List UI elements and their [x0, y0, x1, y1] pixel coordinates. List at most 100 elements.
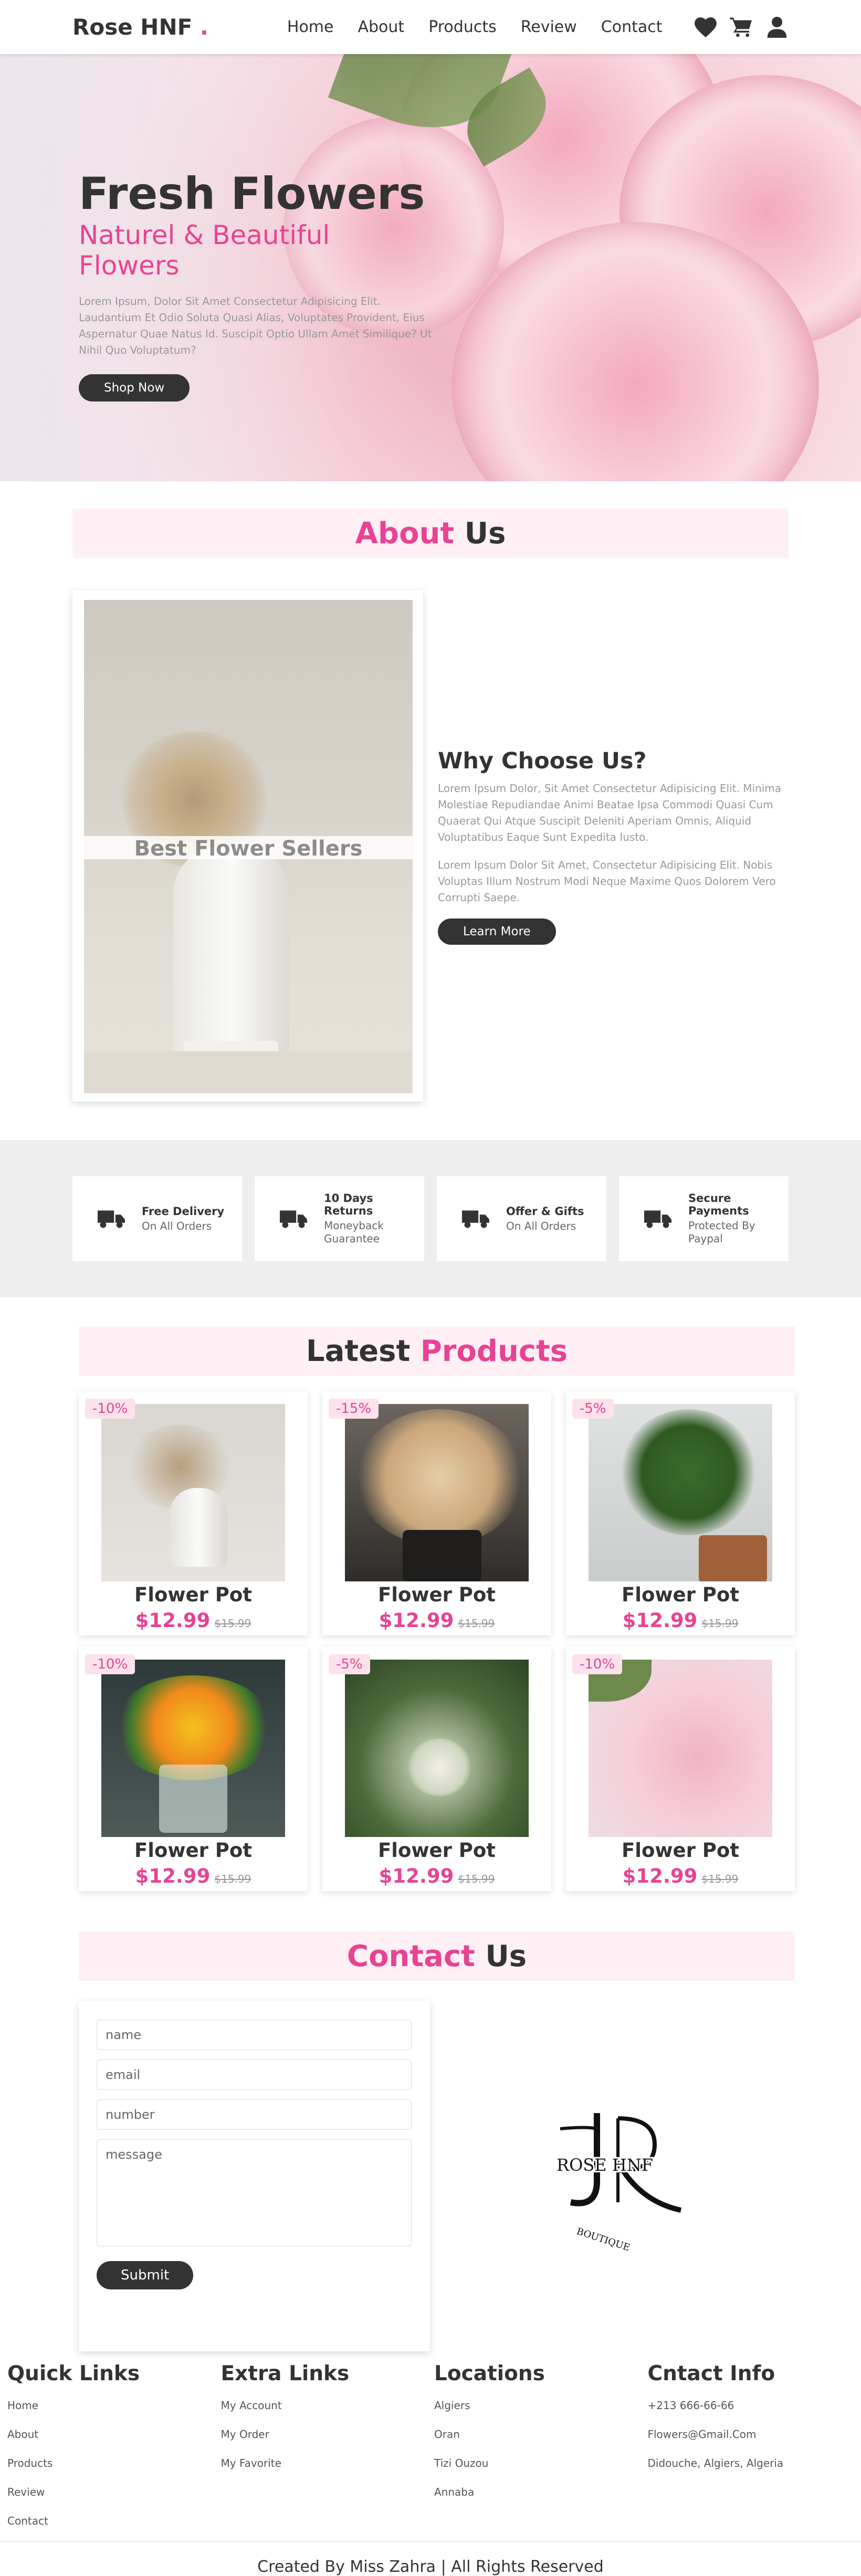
footer-link[interactable]: Home: [7, 2399, 221, 2412]
product-card[interactable]: -5% Flower Pot $12.99$15.99: [322, 1647, 551, 1891]
old-price: $15.99: [214, 1617, 251, 1630]
product-card[interactable]: -10% Flower Pot $12.99$15.99: [566, 1647, 795, 1891]
about-title: Why Choose Us?: [438, 748, 789, 774]
product-name: Flower Pot: [322, 1839, 551, 1862]
products-section: Latest Products -10% Flower Pot $12.99$1…: [79, 1326, 795, 1891]
about-heading-dark: Us: [454, 516, 506, 551]
vase-image: Best Flower Sellers: [84, 600, 413, 1093]
footer-link[interactable]: +213 666-66-66: [648, 2399, 861, 2412]
about-heading-pink: About: [355, 516, 455, 551]
product-price: $12.99$15.99: [79, 1609, 308, 1632]
heart-icon[interactable]: [694, 17, 717, 38]
feature-box: Free DeliveryOn All Orders: [72, 1176, 242, 1261]
footer-locations: Locations Algiers Oran Tizi Ouzou Annaba: [434, 2362, 648, 2543]
footer-link[interactable]: Flowers@Gmail.Com: [648, 2428, 861, 2441]
feature-title: Free Delivery: [142, 1205, 224, 1218]
feature-box: Offer & Gifts On All Orders: [437, 1176, 606, 1261]
footer-contact-info: Cntact Info +213 666-66-66 Flowers@Gmail…: [648, 2362, 861, 2543]
old-price: $15.99: [458, 1873, 495, 1885]
footer-link[interactable]: Tizi Ouzou: [434, 2457, 648, 2469]
product-card[interactable]: -5% Flower Pot $12.99$15.99: [566, 1391, 795, 1635]
discount-badge: -5%: [572, 1399, 614, 1419]
product-price: $12.99$15.99: [566, 1609, 795, 1632]
footer-column-title: Cntact Info: [648, 2362, 861, 2385]
products-heading: Latest Products: [79, 1326, 795, 1376]
old-price: $15.99: [701, 1617, 738, 1630]
footer-link[interactable]: Didouche, Algiers, Algeria: [648, 2457, 861, 2469]
footer-link[interactable]: My Order: [221, 2428, 435, 2441]
products-heading-pink: Products: [421, 1334, 568, 1368]
feature-title: 10 Days Returns: [324, 1192, 403, 1217]
discount-badge: -15%: [329, 1399, 379, 1419]
truck-icon: [280, 1209, 307, 1229]
about-paragraph-2: Lorem Ipsum Dolor Sit Amet, Consectetur …: [438, 857, 789, 906]
cart-icon[interactable]: [730, 17, 753, 38]
message-field[interactable]: message: [97, 2139, 412, 2246]
nav-contact[interactable]: Contact: [601, 18, 663, 36]
about-video[interactable]: Best Flower Sellers: [72, 590, 423, 1102]
logo-text: Rose HNF: [72, 14, 192, 40]
nav-about[interactable]: About: [358, 18, 404, 36]
feature-text: On All Orders: [506, 1220, 584, 1233]
main-nav: Home About Products Review Contact: [287, 18, 663, 36]
product-price: $12.99$15.99: [566, 1865, 795, 1887]
svg-text:BOUTIQUE: BOUTIQUE: [575, 2226, 631, 2254]
site-logo[interactable]: Rose HNF .: [72, 14, 208, 40]
footer-link[interactable]: My Account: [221, 2399, 435, 2412]
contact-heading-dark: Us: [475, 1939, 527, 1973]
name-field[interactable]: name: [97, 2020, 412, 2050]
footer-link[interactable]: Algiers: [434, 2399, 648, 2412]
footer-link[interactable]: Contact: [7, 2515, 221, 2527]
footer-column-title: Locations: [434, 2362, 648, 2385]
footer-link[interactable]: Oran: [434, 2428, 648, 2441]
old-price: $15.99: [458, 1617, 495, 1630]
submit-button[interactable]: Submit: [97, 2261, 193, 2289]
nav-review[interactable]: Review: [521, 18, 577, 36]
product-price: $12.99$15.99: [322, 1865, 551, 1887]
footer-link[interactable]: Products: [7, 2457, 221, 2469]
product-image: [101, 1404, 285, 1581]
feature-box: Secure PaymentsProtected By Paypal: [619, 1176, 789, 1261]
footer-link[interactable]: My Favorite: [221, 2457, 435, 2469]
feature-text: Protected By Paypal: [688, 1219, 767, 1245]
product-card[interactable]: -15% Flower Pot $12.99$15.99: [322, 1391, 551, 1635]
shop-now-button[interactable]: Shop Now: [79, 374, 190, 402]
product-name: Flower Pot: [566, 1583, 795, 1606]
feature-title: Offer & Gifts: [506, 1205, 584, 1218]
number-field[interactable]: number: [97, 2099, 412, 2130]
product-name: Flower Pot: [79, 1583, 308, 1606]
user-icon[interactable]: [765, 17, 789, 38]
footer-link[interactable]: About: [7, 2428, 221, 2441]
product-price: $12.99$15.99: [79, 1865, 308, 1887]
truck-icon: [462, 1209, 489, 1229]
hero-section: Fresh Flowers Naturel & Beautiful Flower…: [0, 54, 861, 481]
discount-badge: -10%: [572, 1654, 622, 1674]
site-footer: Quick Links Home About Products Review C…: [0, 2362, 861, 2543]
nav-products[interactable]: Products: [428, 18, 497, 36]
learn-more-button[interactable]: Learn More: [438, 919, 556, 945]
contact-heading: Contact Us: [79, 1931, 795, 1981]
video-label: Best Flower Sellers: [84, 837, 413, 861]
product-name: Flower Pot: [566, 1839, 795, 1862]
product-image: [345, 1660, 529, 1837]
header-icons: [694, 17, 789, 38]
nav-home[interactable]: Home: [287, 18, 334, 36]
feature-title: Secure Payments: [688, 1192, 767, 1217]
email-field[interactable]: email: [97, 2060, 412, 2090]
about-heading: About Us: [72, 509, 789, 558]
product-image: [345, 1404, 529, 1581]
hero-title: Fresh Flowers: [79, 170, 436, 218]
about-paragraph-1: Lorem Ipsum Dolor, Sit Amet Consectetur …: [438, 780, 789, 846]
product-name: Flower Pot: [322, 1583, 551, 1606]
products-heading-dark: Latest: [306, 1334, 421, 1368]
site-header: Rose HNF . Home About Products Review Co…: [0, 0, 861, 54]
contact-section: Contact Us name email number message Sub…: [79, 1931, 795, 2351]
product-card[interactable]: -10% Flower Pot $12.99$15.99: [79, 1391, 308, 1635]
footer-link[interactable]: Annaba: [434, 2486, 648, 2498]
svg-text:ROSE HNF: ROSE HNF: [556, 2155, 653, 2175]
discount-badge: -10%: [85, 1399, 135, 1419]
rose-hnf-logo: ROSE HNF BOUTIQUE: [518, 2097, 707, 2255]
hero-subtitle: Naturel & Beautiful Flowers: [79, 220, 436, 281]
product-card[interactable]: -10% Flower Pot $12.99$15.99: [79, 1647, 308, 1891]
footer-link[interactable]: Review: [7, 2486, 221, 2498]
